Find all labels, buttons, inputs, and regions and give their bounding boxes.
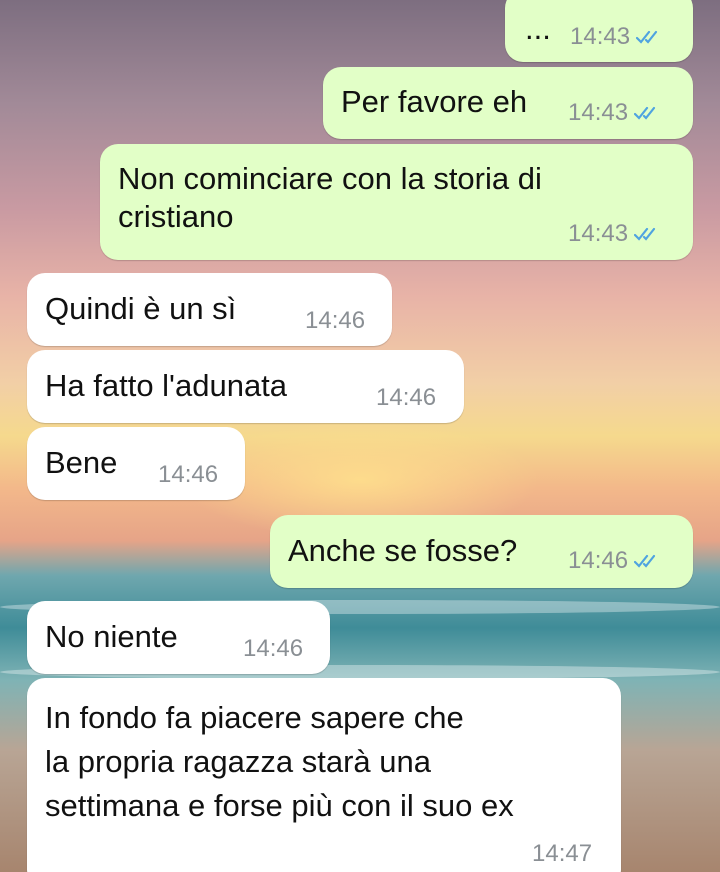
message-bubble-incoming[interactable]: Bene 14:46 bbox=[27, 427, 245, 500]
message-text: Per favore eh bbox=[341, 84, 528, 119]
message-bubble-incoming[interactable]: Ha fatto l'adunata 14:46 bbox=[27, 350, 464, 423]
double-check-icon bbox=[634, 554, 656, 568]
message-meta: 14:46 bbox=[568, 547, 664, 575]
message-time: 14:43 bbox=[568, 99, 629, 126]
message-meta: 14:47 bbox=[532, 840, 592, 868]
message-meta: 14:46 bbox=[158, 461, 218, 489]
message-text: Non cominciare con la storia di cristian… bbox=[118, 161, 542, 234]
message-text: No niente bbox=[45, 619, 178, 654]
message-time: 14:47 bbox=[532, 840, 593, 867]
message-bubble-outgoing[interactable]: Per favore eh 14:43 bbox=[323, 67, 693, 139]
message-text: In fondo fa piacere sapere che la propri… bbox=[45, 700, 514, 823]
message-bubble-incoming[interactable]: Quindi è un sì 14:46 bbox=[27, 273, 392, 346]
message-text: Quindi è un sì bbox=[45, 291, 237, 326]
double-check-icon bbox=[636, 30, 658, 44]
message-bubble-incoming[interactable]: No niente 14:46 bbox=[27, 601, 330, 674]
message-text: ... bbox=[525, 11, 551, 46]
message-time: 14:43 bbox=[570, 23, 631, 50]
message-text: Anche se fosse? bbox=[288, 533, 518, 568]
message-meta: 14:43 bbox=[568, 220, 664, 248]
message-time: 14:43 bbox=[568, 220, 629, 247]
message-time: 14:46 bbox=[305, 307, 366, 334]
message-meta: 14:46 bbox=[305, 307, 365, 335]
message-meta: 14:46 bbox=[243, 635, 303, 663]
message-time: 14:46 bbox=[158, 461, 219, 488]
message-text: Bene bbox=[45, 445, 118, 480]
message-time: 14:46 bbox=[568, 547, 629, 574]
message-meta: 14:43 bbox=[570, 23, 666, 51]
message-text: Ha fatto l'adunata bbox=[45, 368, 288, 403]
double-check-icon bbox=[634, 227, 656, 241]
message-bubble-outgoing[interactable]: ... 14:43 bbox=[505, 0, 693, 62]
message-time: 14:46 bbox=[243, 635, 304, 662]
message-bubble-outgoing[interactable]: Non cominciare con la storia di cristian… bbox=[100, 144, 693, 260]
double-check-icon bbox=[634, 106, 656, 120]
message-time: 14:46 bbox=[376, 384, 437, 411]
message-meta: 14:43 bbox=[568, 99, 664, 127]
message-meta: 14:46 bbox=[376, 384, 436, 412]
message-bubble-outgoing[interactable]: Anche se fosse? 14:46 bbox=[270, 515, 693, 588]
message-bubble-incoming[interactable]: In fondo fa piacere sapere che la propri… bbox=[27, 678, 621, 872]
